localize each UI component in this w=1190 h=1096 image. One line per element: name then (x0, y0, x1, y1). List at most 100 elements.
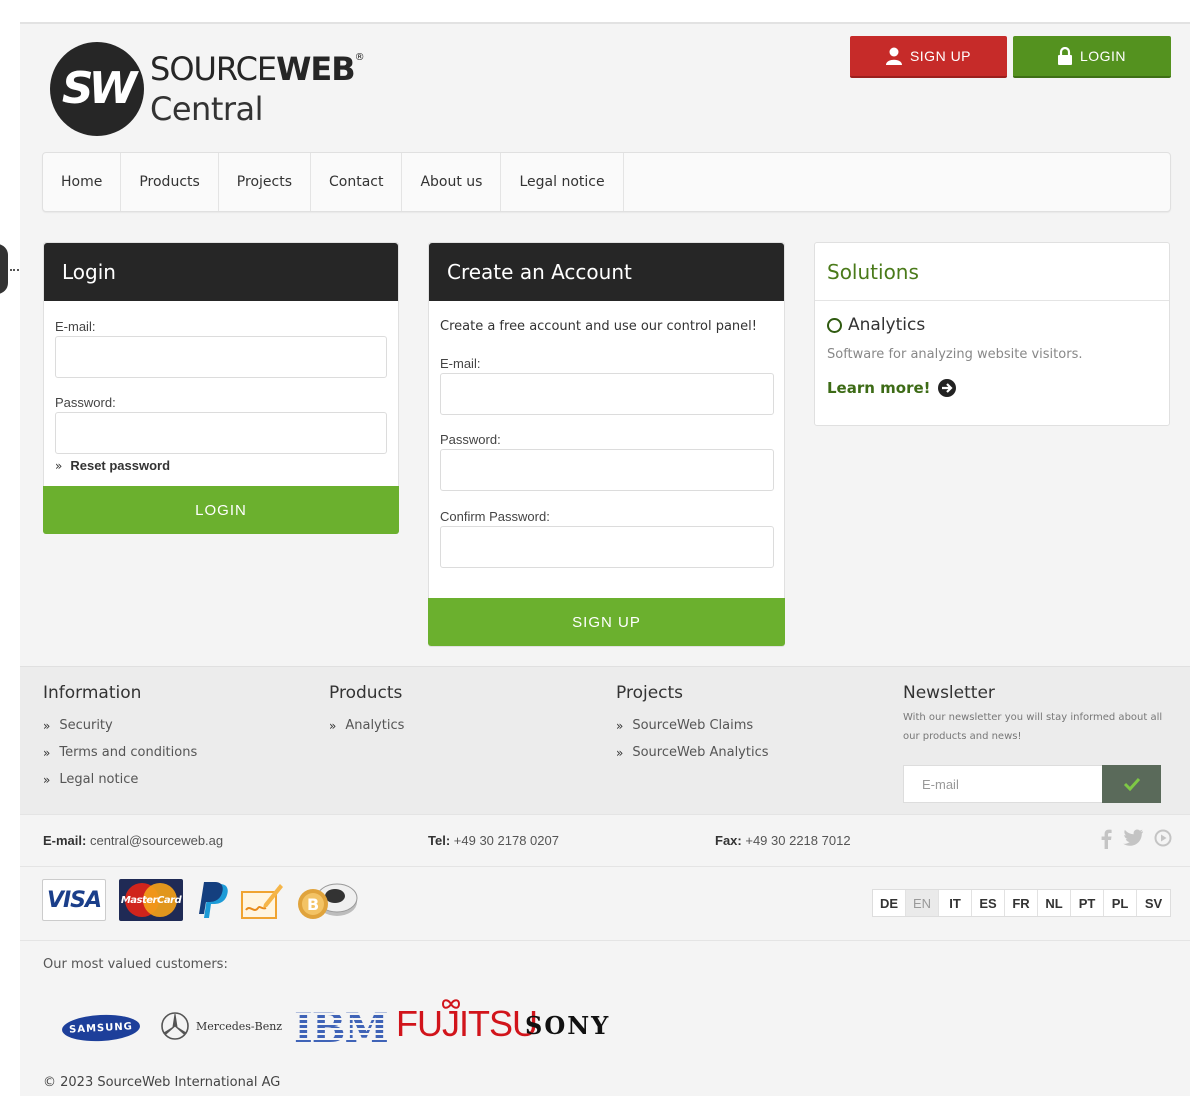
logo-subtitle: Central (150, 90, 264, 128)
signup-email-label: E-mail: (440, 356, 481, 371)
footer-products-title: Products (329, 683, 403, 703)
circle-icon (827, 317, 842, 333)
chevron-right-icon: » (616, 718, 624, 733)
signup-password-input[interactable] (440, 449, 774, 491)
ibm-logo-text: IBM (294, 1005, 389, 1052)
login-panel: Login E-mail: Password: » Reset password… (43, 242, 399, 534)
header-signup-button[interactable]: SIGN UP (850, 36, 1007, 78)
arrow-circle-right-icon (937, 379, 956, 397)
footer-newsletter-title: Newsletter (903, 683, 995, 703)
logo-brand: SOURCEWEB® (150, 50, 365, 88)
nav-item-legal-notice[interactable]: Legal notice (501, 153, 624, 211)
paypal-logo (194, 879, 232, 921)
contact-fax-value: +49 30 2218 7012 (745, 833, 851, 848)
sony-logo: SONY (525, 1011, 610, 1040)
footer-link-label: Security (59, 718, 113, 733)
logo-brand-part1: SOURCE (150, 50, 277, 88)
facebook-icon[interactable] (1100, 829, 1112, 849)
lang-it[interactable]: IT (939, 890, 972, 916)
mercedes-logo: Mercedes-Benz (160, 1011, 282, 1041)
copyright: © 2023 SourceWeb International AG (43, 1075, 281, 1090)
lang-pt[interactable]: PT (1071, 890, 1104, 916)
footer-link-sourceweb-claims[interactable]: » SourceWeb Claims (616, 712, 769, 739)
signup-confirm-label: Confirm Password: (440, 509, 550, 524)
chevron-right-icon: » (43, 745, 51, 760)
edge-marker (0, 244, 8, 294)
nav-item-contact[interactable]: Contact (311, 153, 403, 211)
solution-analytics-name: Analytics (848, 315, 926, 335)
footer-link-security[interactable]: » Security (43, 712, 197, 739)
nav-item-projects[interactable]: Projects (219, 153, 311, 211)
bitcoin-icon: B (298, 883, 358, 919)
logo-registered: ® (354, 52, 365, 63)
signup-email-input[interactable] (440, 373, 774, 415)
footer-link-sourceweb-analytics[interactable]: » SourceWeb Analytics (616, 739, 769, 766)
footer-link-terms[interactable]: » Terms and conditions (43, 739, 197, 766)
lang-fr[interactable]: FR (1005, 890, 1038, 916)
login-password-input[interactable] (55, 412, 387, 454)
nav-item-about-us[interactable]: About us (402, 153, 502, 211)
chevron-right-icon: » (55, 458, 63, 473)
solutions-title: Solutions (815, 243, 1169, 301)
contact-email: E-mail: central@sourceweb.ag (43, 833, 223, 848)
language-switcher: DE EN IT ES FR NL PT PL SV (872, 889, 1171, 917)
contact-email-label: E-mail: (43, 833, 87, 848)
create-account-panel: Create an Account Create a free account … (428, 242, 785, 647)
create-account-intro: Create a free account and use our contro… (440, 319, 757, 334)
newsletter-email-input[interactable]: E-mail (903, 765, 1103, 803)
lang-nl[interactable]: NL (1038, 890, 1071, 916)
lang-en[interactable]: EN (906, 890, 939, 916)
chevron-right-icon: » (43, 718, 51, 733)
lang-de[interactable]: DE (873, 890, 906, 916)
footer-link-label: SourceWeb Analytics (632, 745, 769, 760)
header-login-button[interactable]: LOGIN (1013, 36, 1171, 78)
samsung-logo-text: SAMSUNG (68, 1020, 134, 1036)
contact-tel: Tel: +49 30 2178 0207 (428, 833, 559, 848)
reset-password-link[interactable]: » Reset password (55, 458, 170, 473)
header-signup-label: SIGN UP (909, 48, 972, 64)
login-button[interactable]: LOGIN (43, 486, 399, 534)
invoice-signature-logo (239, 879, 285, 921)
paypal-icon (199, 882, 228, 918)
footer-link-label: SourceWeb Claims (632, 718, 754, 733)
bitcoin-logo: B (292, 879, 360, 921)
fujitsu-logo-text: FUJITSU (396, 1003, 538, 1044)
signup-button[interactable]: SIGN UP (428, 598, 785, 646)
newsletter-submit-button[interactable] (1102, 765, 1161, 803)
checkmark-icon (1123, 777, 1140, 791)
contact-tel-label: Tel: (428, 833, 451, 848)
login-title: Login (44, 243, 398, 301)
footer-link-legal-notice[interactable]: » Legal notice (43, 766, 197, 793)
customers-title: Our most valued customers: (43, 957, 228, 972)
social-links (1100, 829, 1172, 849)
mastercard-logo: MasterCard (119, 879, 183, 921)
signup-confirm-input[interactable] (440, 526, 774, 568)
footer-link-analytics[interactable]: » Analytics (329, 712, 404, 739)
footer-information-title: Information (43, 683, 142, 703)
footer-projects-title: Projects (616, 683, 684, 703)
footer-projects: Projects » SourceWeb Claims » SourceWeb An… (616, 683, 769, 766)
infinity-icon (441, 999, 461, 1009)
login-email-input[interactable] (55, 336, 387, 378)
footer-link-label: Legal notice (59, 772, 139, 787)
lang-sv[interactable]: SV (1137, 890, 1170, 916)
lang-pl[interactable]: PL (1104, 890, 1137, 916)
chevron-right-icon: » (616, 745, 624, 760)
samsung-logo: SAMSUNG (61, 1012, 141, 1044)
learn-more-link[interactable]: Learn more! (827, 379, 956, 397)
site-logo[interactable]: SW SOURCEWEB® Central (50, 42, 365, 142)
contact-email-value[interactable]: central@sourceweb.ag (90, 833, 223, 848)
solution-analytics: Analytics (827, 315, 925, 335)
twitter-icon[interactable] (1122, 829, 1144, 847)
signature-icon (241, 884, 283, 919)
play-circle-icon[interactable] (1154, 829, 1172, 847)
nav-item-home[interactable]: Home (43, 153, 122, 211)
chevron-right-icon: » (329, 718, 337, 733)
lang-es[interactable]: ES (972, 890, 1005, 916)
ibm-logo: IBM (294, 1005, 389, 1052)
page: SW SOURCEWEB® Central SIGN UP LOGIN Home… (20, 22, 1190, 1096)
signup-password-label: Password: (440, 432, 501, 447)
customers-bar: Our most valued customers: SAMSUNG Merce… (20, 940, 1190, 1096)
nav-item-products[interactable]: Products (121, 153, 219, 211)
create-account-title: Create an Account (429, 243, 784, 301)
